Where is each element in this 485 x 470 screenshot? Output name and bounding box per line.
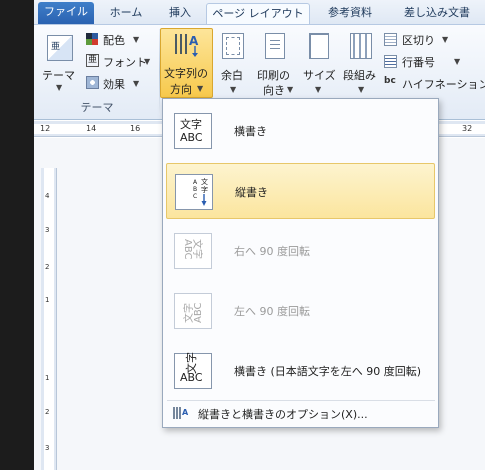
ruler-tick-label: 32 bbox=[462, 124, 473, 133]
rotate-right-text-icon: 文字 ABC bbox=[174, 233, 212, 269]
chevron-down-icon: ▼ bbox=[144, 57, 151, 66]
ruler-tick-label: 1 bbox=[45, 374, 50, 382]
menu-divider bbox=[167, 400, 435, 401]
ruler-tick-label: 12 bbox=[40, 124, 51, 133]
ruler-tick-label: 2 bbox=[45, 263, 50, 271]
colors-label: 配色 bbox=[103, 34, 125, 47]
chevron-down-icon: ▼ bbox=[442, 35, 449, 44]
line-numbers-label: 行番号 bbox=[402, 56, 435, 69]
chevron-down-icon: ▼ bbox=[197, 84, 204, 93]
chevron-down-icon: ▼ bbox=[454, 57, 461, 66]
svg-text:文: 文 bbox=[201, 177, 208, 186]
text-direction-options-icon: A bbox=[173, 407, 189, 419]
colors-button[interactable]: 配色 ▼ bbox=[86, 31, 158, 49]
line-numbers-button[interactable]: 行番号 ▼ bbox=[384, 53, 484, 71]
menu-item-label: 縦書き bbox=[235, 186, 268, 199]
size-label: サイズ bbox=[303, 69, 336, 82]
menu-item-horizontal-rotate-japanese[interactable]: 文字 ABC 横書き (日本語文字を左へ 90 度回転) bbox=[166, 343, 435, 399]
orientation-button[interactable]: 印刷の 向き ▼ bbox=[254, 29, 298, 97]
columns-label: 段組み bbox=[343, 69, 376, 82]
text-direction-menu: 文字 ABC 横書き 文 字 A B C 縦書き 文字 ABC 右へ 90 度回… bbox=[162, 98, 439, 428]
svg-text:B: B bbox=[193, 186, 197, 193]
line-numbers-icon bbox=[384, 55, 397, 68]
ruler-tick-label: 16 bbox=[130, 124, 141, 133]
font-icon: 亜 bbox=[86, 54, 99, 67]
svg-text:A: A bbox=[182, 408, 189, 417]
margins-button[interactable]: 余白 ▼ bbox=[216, 29, 250, 97]
chevron-down-icon: ▼ bbox=[56, 83, 63, 92]
tab-page-layout[interactable]: ページ レイアウト bbox=[206, 3, 310, 24]
fonts-button[interactable]: 亜 フォント ▼ bbox=[86, 53, 158, 71]
ruler-tick-label: 3 bbox=[45, 444, 50, 452]
effects-button[interactable]: 効果 ▼ bbox=[86, 75, 158, 93]
text-direction-label-line2: 方向 bbox=[170, 83, 192, 96]
menu-item-label: 横書き bbox=[234, 125, 267, 138]
chevron-down-icon: ▼ bbox=[358, 85, 365, 94]
ruler-tick-label: 14 bbox=[86, 124, 97, 133]
margins-label: 余白 bbox=[221, 69, 243, 82]
palette-icon bbox=[86, 33, 98, 45]
tab-mailings[interactable]: 差し込み文書 bbox=[392, 3, 482, 24]
menu-item-rotate-right[interactable]: 文字 ABC 右へ 90 度回転 bbox=[166, 223, 435, 279]
group-caption-themes: テーマ bbox=[80, 101, 114, 114]
effects-icon bbox=[86, 76, 99, 89]
size-icon bbox=[309, 33, 329, 59]
text-direction-options-item[interactable]: A 縦書きと横書きのオプション(X)... bbox=[166, 402, 435, 424]
horizontal-text-icon: 文字 ABC bbox=[174, 113, 212, 149]
vertical-text-icon: 文 字 A B C bbox=[175, 174, 213, 210]
hyphenation-button[interactable]: bc ハイフネーション ▼ bbox=[384, 75, 485, 93]
columns-button[interactable]: 段組み ▼ bbox=[340, 29, 382, 97]
ruler-tick-label: 2 bbox=[45, 408, 50, 416]
chevron-down-icon: ▼ bbox=[230, 85, 237, 94]
tab-file[interactable]: ファイル bbox=[38, 2, 94, 24]
vertical-ruler[interactable]: 4 3 2 1 1 2 3 bbox=[41, 168, 57, 470]
svg-text:字: 字 bbox=[201, 185, 208, 194]
fonts-label: フォント bbox=[103, 56, 147, 69]
menu-item-label: 左へ 90 度回転 bbox=[234, 305, 310, 318]
breaks-label: 区切り bbox=[402, 34, 435, 47]
text-direction-icon: A bbox=[175, 34, 199, 57]
chevron-down-icon: ▼ bbox=[133, 35, 140, 44]
effects-label: 効果 bbox=[103, 78, 125, 91]
menu-item-horizontal[interactable]: 文字 ABC 横書き bbox=[166, 103, 435, 159]
themes-label: テーマ bbox=[42, 69, 75, 82]
tab-home[interactable]: ホーム bbox=[100, 3, 152, 24]
text-direction-label-line1: 文字列の bbox=[164, 67, 208, 80]
menu-item-vertical[interactable]: 文 字 A B C 縦書き bbox=[166, 163, 435, 219]
svg-text:C: C bbox=[193, 193, 197, 200]
text-direction-button[interactable]: A 文字列の 方向 ▼ bbox=[160, 28, 213, 98]
themes-button[interactable]: 亜 テーマ ▼ bbox=[40, 29, 80, 95]
menu-item-label: 右へ 90 度回転 bbox=[234, 245, 310, 258]
breaks-button[interactable]: 区切り ▼ bbox=[384, 31, 484, 49]
hyphenation-icon: bc bbox=[384, 76, 396, 86]
tab-references[interactable]: 参考資料 bbox=[316, 3, 384, 24]
chevron-down-icon: ▼ bbox=[133, 79, 140, 88]
breaks-icon bbox=[384, 33, 397, 46]
ruler-tick-label: 1 bbox=[45, 296, 50, 304]
hyphenation-label: ハイフネーション bbox=[402, 78, 485, 91]
ruler-tick-label: 4 bbox=[45, 192, 50, 200]
size-button[interactable]: サイズ ▼ bbox=[300, 29, 338, 97]
rotate-left-text-icon: 文字 ABC bbox=[174, 293, 212, 329]
orientation-label-line2: 向き bbox=[263, 84, 285, 97]
menu-item-rotate-left[interactable]: 文字 ABC 左へ 90 度回転 bbox=[166, 283, 435, 339]
columns-icon bbox=[350, 33, 372, 59]
orientation-label-line1: 印刷の bbox=[257, 69, 290, 82]
window-left-edge bbox=[0, 0, 34, 470]
svg-text:A: A bbox=[189, 34, 199, 48]
chevron-down-icon: ▼ bbox=[315, 85, 322, 94]
chevron-down-icon: ▼ bbox=[287, 85, 294, 94]
margins-icon bbox=[222, 33, 244, 59]
text-direction-options-label: 縦書きと横書きのオプション(X)... bbox=[198, 408, 368, 421]
menu-item-label: 横書き (日本語文字を左へ 90 度回転) bbox=[234, 365, 422, 378]
horizontal-rotated-japanese-icon: 文字 ABC bbox=[174, 352, 212, 389]
ruler-tick-label: 3 bbox=[45, 226, 50, 234]
orientation-icon bbox=[265, 33, 285, 59]
tab-insert[interactable]: 挿入 bbox=[158, 3, 202, 24]
svg-text:A: A bbox=[193, 179, 198, 186]
themes-icon: 亜 bbox=[47, 35, 73, 61]
ribbon-tab-row: ファイル ホーム 挿入 ページ レイアウト 参考資料 差し込み文書 bbox=[34, 0, 485, 24]
